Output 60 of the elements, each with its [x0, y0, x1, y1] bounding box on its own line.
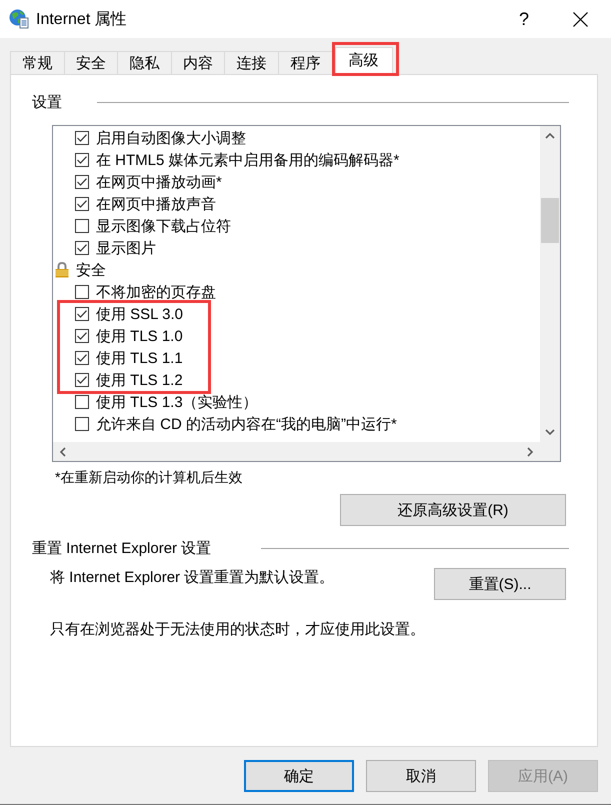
group-title: 设置 [32, 92, 62, 112]
checkbox[interactable] [75, 351, 89, 365]
option-label[interactable]: 在网页中播放动画* [96, 172, 222, 192]
check-icon [77, 200, 87, 208]
chevron-down-icon[interactable] [545, 428, 555, 436]
option-label[interactable]: 使用 TLS 1.3（实验性） [96, 392, 258, 412]
option-label[interactable]: 启用自动图像大小调整 [96, 128, 246, 148]
horizontal-scrollbar[interactable] [53, 442, 540, 461]
check-icon [77, 332, 87, 340]
checkbox[interactable] [75, 153, 89, 167]
tab[interactable]: 常规 [10, 51, 65, 74]
option-label[interactable]: 显示图片 [96, 238, 156, 258]
option-label[interactable]: 不将加密的页存盘 [96, 282, 216, 302]
checkbox[interactable] [75, 197, 89, 211]
reset-warning: 只有在浏览器处于无法使用的状态时，才应使用此设置。 [50, 620, 425, 640]
check-icon [77, 244, 87, 252]
chevron-up-icon[interactable] [545, 132, 555, 140]
reset-description: 将 Internet Explorer 设置重置为默认设置。 [50, 568, 334, 588]
option-label[interactable]: 在 HTML5 媒体元素中启用备用的编码解码器* [96, 150, 400, 170]
checkbox[interactable] [75, 373, 89, 387]
group-title: 重置 Internet Explorer 设置 [32, 538, 212, 558]
checkbox[interactable] [75, 175, 89, 189]
option-label[interactable]: 显示图像下载占位符 [96, 216, 231, 236]
check-icon [77, 376, 87, 384]
chevron-right-icon[interactable] [526, 446, 534, 456]
checkbox[interactable] [75, 417, 89, 431]
tab[interactable]: 高级 [334, 47, 393, 73]
close-icon[interactable] [572, 12, 588, 26]
check-icon [77, 310, 87, 318]
checkbox[interactable] [75, 241, 89, 255]
option-label[interactable]: 使用 TLS 1.0 [96, 326, 183, 346]
dialog-button[interactable]: 确定 [244, 760, 354, 792]
option-label[interactable]: 使用 SSL 3.0 [96, 304, 183, 324]
settings-list[interactable]: 启用自动图像大小调整 在 HTML5 媒体元素中启用备用的编码解码器* 在网页中播放动画* 在网页中播放声音 显示图像下载占位符 显示图片 安全 不将加密的页存盘 使用 SSL 3.0 使用 TLS 1.0 使用 TLS 1.1 使用 TLS 1.2 使用 TLS 1.3（实验性） 允许来自 CD 的活动内容在“我的电脑”中运行* [52, 125, 561, 462]
vertical-scrollbar[interactable] [540, 126, 560, 442]
chevron-left-icon[interactable] [59, 446, 67, 456]
checkbox[interactable] [75, 131, 89, 145]
reset-button[interactable]: 重置(S)... [434, 568, 566, 600]
restart-note: *在重新启动你的计算机后生效 [55, 468, 242, 487]
option-label[interactable]: 在网页中播放声音 [96, 194, 216, 214]
option-label[interactable]: 使用 TLS 1.2 [96, 370, 183, 390]
checkbox[interactable] [75, 219, 89, 233]
check-icon [77, 134, 87, 142]
checkbox[interactable] [75, 329, 89, 343]
window-title: Internet 属性 [36, 10, 128, 30]
check-icon [77, 178, 87, 186]
check-icon [77, 156, 87, 164]
help-button[interactable]: ? [501, 0, 547, 38]
checkbox[interactable] [75, 395, 89, 409]
check-icon [77, 354, 87, 362]
checkbox[interactable] [75, 307, 89, 321]
restore-button[interactable]: 还原高级设置(R) [340, 494, 566, 526]
checkbox[interactable] [75, 285, 89, 299]
globe-page-icon [9, 9, 29, 29]
category-label[interactable]: 安全 [76, 260, 106, 280]
scrollbar-thumb[interactable] [541, 198, 559, 243]
option-label[interactable]: 允许来自 CD 的活动内容在“我的电脑”中运行* [96, 414, 397, 434]
padlock-icon [55, 262, 69, 278]
dialog-button[interactable]: 取消 [366, 760, 476, 792]
option-label[interactable]: 使用 TLS 1.1 [96, 348, 183, 368]
